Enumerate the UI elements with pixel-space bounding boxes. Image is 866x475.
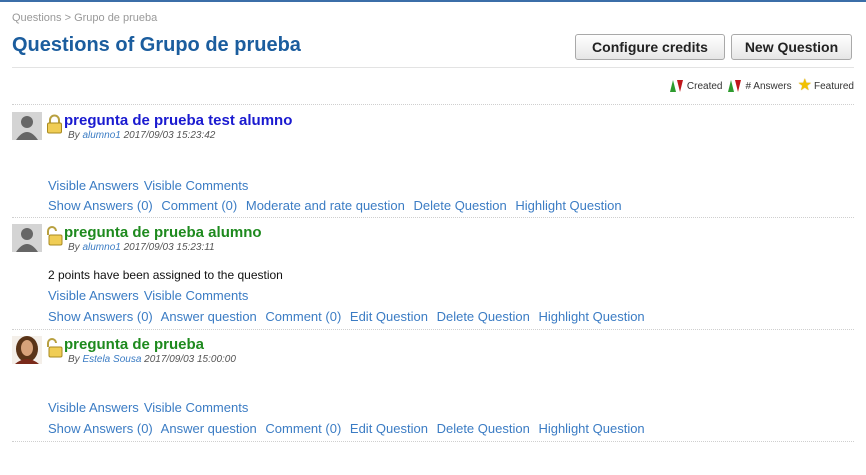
question-title[interactable]: pregunta de prueba xyxy=(64,336,204,353)
highlight-question-link[interactable]: Highlight Question xyxy=(515,198,621,213)
highlight-question-link[interactable]: Highlight Question xyxy=(538,309,644,324)
featured-star-icon[interactable]: ★ xyxy=(798,78,812,94)
comment-link[interactable]: Comment (0) xyxy=(265,421,341,436)
visible-answers-link[interactable]: Visible Answers xyxy=(48,400,139,415)
configure-credits-button[interactable]: Configure credits xyxy=(575,34,725,60)
header-divider xyxy=(12,67,854,68)
visible-comments-link[interactable]: Visible Comments xyxy=(144,288,249,303)
question-actions: Show Answers (0) Comment (0) Moderate an… xyxy=(48,198,627,213)
show-answers-link[interactable]: Show Answers (0) xyxy=(48,309,153,324)
default-avatar-icon xyxy=(12,112,42,140)
visible-comments-link[interactable]: Visible Comments xyxy=(144,400,249,415)
question-date: 2017/09/03 15:23:11 xyxy=(123,242,215,253)
question-title[interactable]: pregunta de prueba alumno xyxy=(64,224,262,241)
author-link[interactable]: Estela Sousa xyxy=(82,354,141,365)
question-byline: By alumno1 2017/09/03 15:23:11 xyxy=(68,242,215,253)
delete-question-link[interactable]: Delete Question xyxy=(437,421,530,436)
sort-answers-icon[interactable] xyxy=(728,80,743,92)
user-photo-avatar xyxy=(12,336,42,364)
visibility-links: Visible Answers Visible Comments xyxy=(48,288,253,303)
top-border xyxy=(0,0,866,2)
sort-answers-label[interactable]: # Answers xyxy=(745,81,791,92)
breadcrumb[interactable]: Questions > Grupo de prueba xyxy=(12,12,157,24)
question-item: pregunta de prueba test alumno By alumno… xyxy=(12,112,854,213)
question-byline: By Estela Sousa 2017/09/03 15:00:00 xyxy=(68,354,236,365)
question-date: 2017/09/03 15:23:42 xyxy=(123,130,216,141)
locked-padlock-icon xyxy=(47,114,62,134)
author-link[interactable]: alumno1 xyxy=(82,130,120,141)
comment-link[interactable]: Comment (0) xyxy=(161,198,237,213)
comment-link[interactable]: Comment (0) xyxy=(265,309,341,324)
question-actions: Show Answers (0) Answer question Comment… xyxy=(48,421,650,436)
edit-question-link[interactable]: Edit Question xyxy=(350,421,428,436)
question-title[interactable]: pregunta de prueba test alumno xyxy=(64,112,292,129)
sort-legend: Created # Answers ★ Featured xyxy=(666,78,854,94)
open-padlock-icon xyxy=(47,226,63,246)
visible-comments-link[interactable]: Visible Comments xyxy=(144,178,249,193)
sort-created-icon[interactable] xyxy=(669,80,685,92)
open-padlock-icon xyxy=(47,338,63,358)
visibility-links: Visible Answers Visible Comments xyxy=(48,178,253,193)
show-answers-link[interactable]: Show Answers (0) xyxy=(48,198,153,213)
question-item: pregunta de prueba alumno By alumno1 201… xyxy=(12,224,854,324)
list-divider xyxy=(12,104,854,105)
featured-label[interactable]: Featured xyxy=(814,81,854,92)
highlight-question-link[interactable]: Highlight Question xyxy=(538,421,644,436)
list-divider xyxy=(12,441,854,442)
sort-created-label[interactable]: Created xyxy=(687,81,723,92)
show-answers-link[interactable]: Show Answers (0) xyxy=(48,421,153,436)
question-actions: Show Answers (0) Answer question Comment… xyxy=(48,309,650,324)
answer-question-link[interactable]: Answer question xyxy=(161,421,257,436)
question-byline: By alumno1 2017/09/03 15:23:42 xyxy=(68,130,216,141)
page-title: Questions of Grupo de prueba xyxy=(12,34,301,56)
new-question-button[interactable]: New Question xyxy=(731,34,852,60)
visibility-links: Visible Answers Visible Comments xyxy=(48,400,253,415)
answer-question-link[interactable]: Answer question xyxy=(161,309,257,324)
default-avatar-icon xyxy=(12,224,42,252)
visible-answers-link[interactable]: Visible Answers xyxy=(48,288,139,303)
list-divider xyxy=(12,217,854,218)
visible-answers-link[interactable]: Visible Answers xyxy=(48,178,139,193)
points-info: 2 points have been assigned to the quest… xyxy=(48,268,283,282)
delete-question-link[interactable]: Delete Question xyxy=(437,309,530,324)
author-link[interactable]: alumno1 xyxy=(82,242,120,253)
moderate-and-rate-link[interactable]: Moderate and rate question xyxy=(246,198,405,213)
question-date: 2017/09/03 15:00:00 xyxy=(144,354,236,365)
delete-question-link[interactable]: Delete Question xyxy=(414,198,507,213)
question-item: pregunta de prueba By Estela Sousa 2017/… xyxy=(12,336,854,436)
list-divider xyxy=(12,329,854,330)
edit-question-link[interactable]: Edit Question xyxy=(350,309,428,324)
